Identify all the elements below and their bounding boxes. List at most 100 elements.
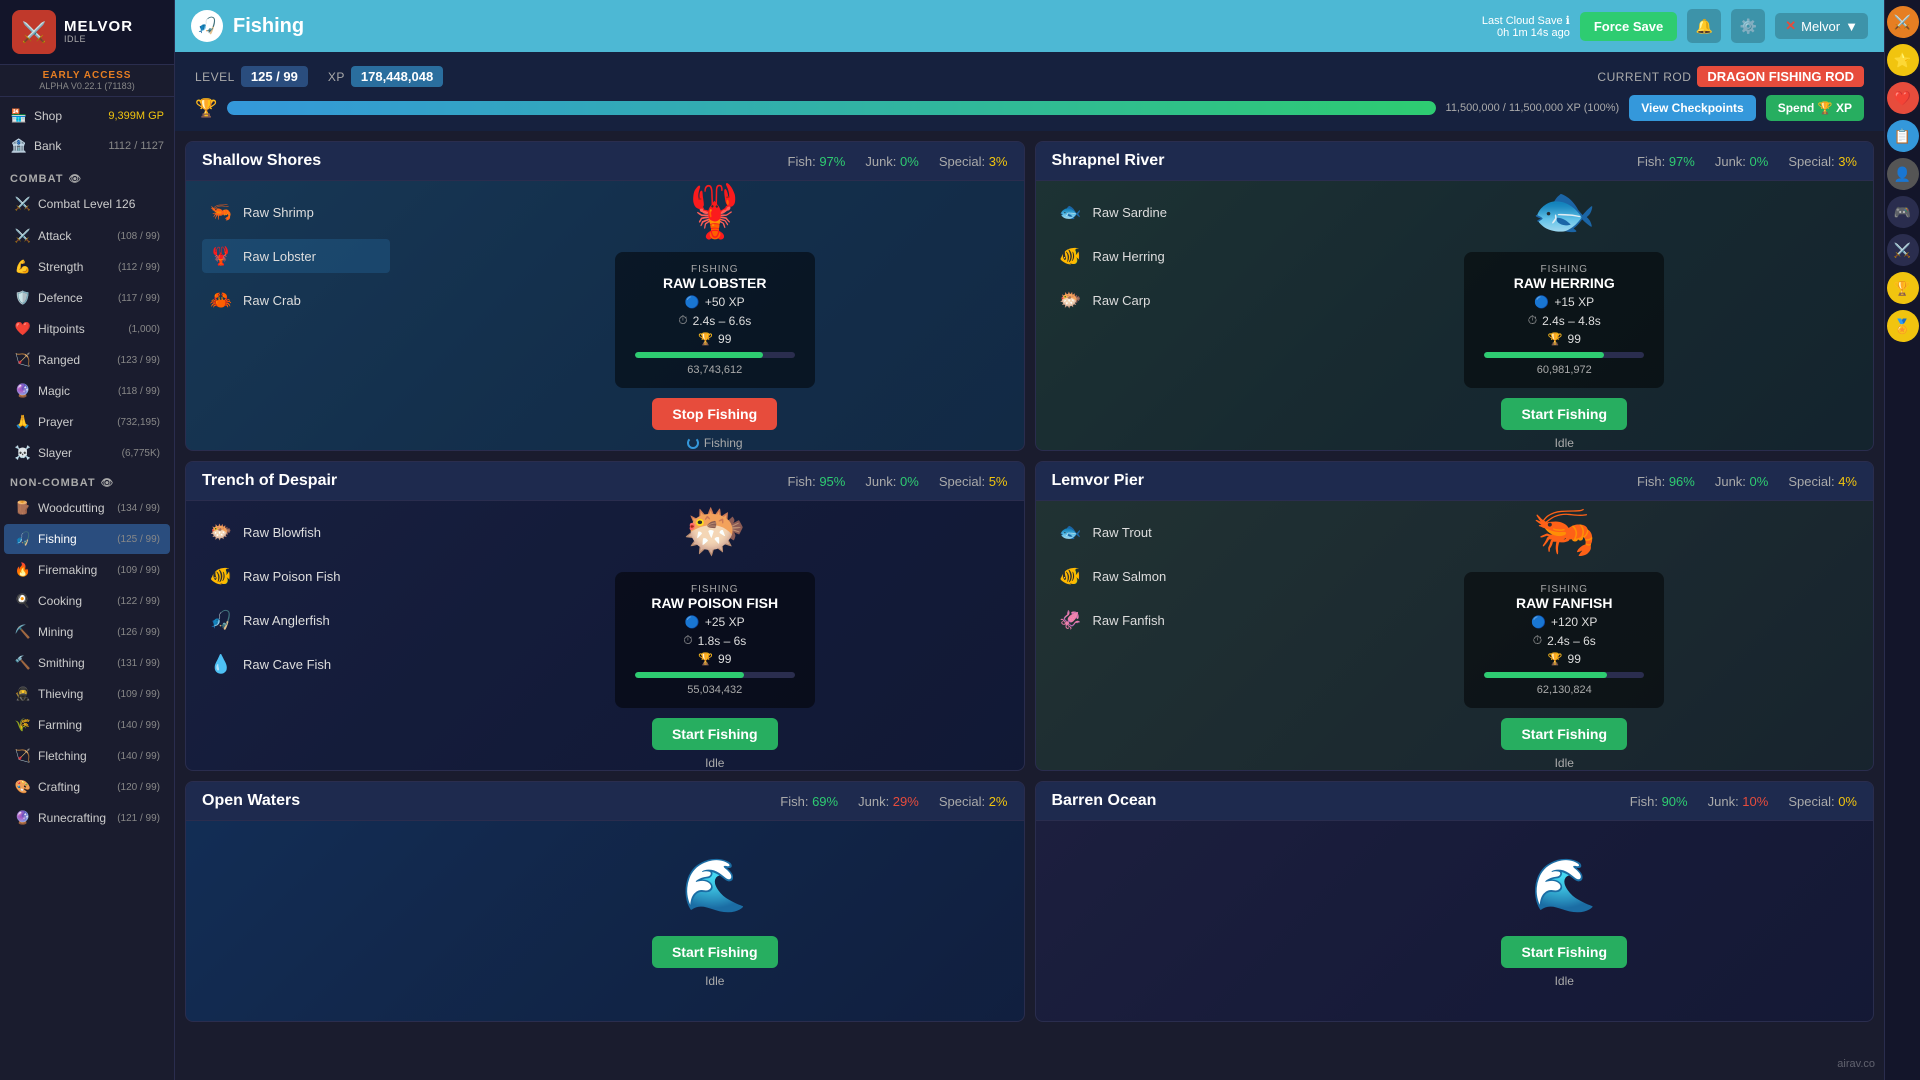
fishing-info-label-trench-of-despair: FISHING: [635, 584, 795, 595]
fish-item-raw-carp[interactable]: 🐡 Raw Carp: [1052, 283, 1240, 317]
sidebar-item-crafting[interactable]: 🎨 Crafting (120 / 99): [4, 772, 170, 802]
fish-item-raw-salmon[interactable]: 🐠 Raw Salmon: [1052, 559, 1240, 593]
shop-label: Shop: [34, 109, 108, 123]
sidebar-item-hitpoints[interactable]: ❤️ Hitpoints (1,000): [4, 314, 170, 344]
xp-value-lemvor-pier: +120 XP: [1551, 615, 1597, 629]
force-save-button[interactable]: Force Save: [1580, 12, 1677, 41]
area-body-lemvor-pier: 🐟 Raw Trout 🐠 Raw Salmon 🦑 Raw Fanfish 🦐…: [1036, 501, 1874, 770]
thieving-label: Thieving: [38, 687, 117, 701]
sidebar-item-strength[interactable]: 💪 Strength (112 / 99): [4, 252, 170, 282]
attack-icon: ⚔️: [14, 227, 32, 245]
fish-item-raw-anglerfish[interactable]: 🎣 Raw Anglerfish: [202, 603, 390, 637]
time-value-lemvor-pier: 2.4s – 6s: [1547, 634, 1596, 648]
fish-item-raw-trout[interactable]: 🐟 Raw Trout: [1052, 515, 1240, 549]
sidebar-item-shop[interactable]: 🏪 Shop 9,399M GP: [0, 101, 174, 131]
rp-game-button[interactable]: 🎮: [1887, 196, 1919, 228]
prayer-icon: 🙏: [14, 413, 32, 431]
user-menu-button[interactable]: ✕ Melvor ▼: [1775, 13, 1868, 39]
sidebar-item-cooking[interactable]: 🍳 Cooking (122 / 99): [4, 586, 170, 616]
fish-item-raw-sardine[interactable]: 🐟 Raw Sardine: [1052, 195, 1240, 229]
progress-bar-shrapnel-river: [1484, 352, 1644, 358]
progress-bar-lemvor-pier: [1484, 672, 1644, 678]
view-checkpoints-button[interactable]: View Checkpoints: [1629, 95, 1755, 121]
magic-icon: 🔮: [14, 382, 32, 400]
combat-eye-icon[interactable]: 👁: [68, 174, 82, 185]
sidebar-item-bank[interactable]: 🏦 Bank 1112 / 1127: [0, 131, 174, 161]
stop-fishing-button-shallow-shores[interactable]: Stop Fishing: [652, 398, 777, 430]
start-fishing-button-shrapnel-river[interactable]: Start Fishing: [1501, 398, 1627, 430]
settings-button[interactable]: ⚙️: [1731, 9, 1765, 43]
progress-bar-inner-shallow-shores: [635, 352, 763, 358]
sidebar-item-slayer[interactable]: ☠️ Slayer (6,775K): [4, 438, 170, 468]
sidebar-item-thieving[interactable]: 🥷 Thieving (109 / 99): [4, 679, 170, 709]
fishing-stats-row: LEVEL 125 / 99 XP 178,448,048 CURRENT RO…: [195, 66, 1864, 87]
sidebar-item-fishing[interactable]: 🎣 Fishing (125 / 99): [4, 524, 170, 554]
level-value: 125 / 99: [241, 66, 308, 87]
fishing-info-label-shrapnel-river: FISHING: [1484, 264, 1644, 275]
area-header-trench-of-despair: Trench of Despair Fish: 95% Junk: 0% Spe…: [186, 462, 1024, 501]
progress-count-shallow-shores: 63,743,612: [635, 364, 795, 376]
right-panel: ⚔️ ⭐ ❤️ 📋 👤 🎮 ⚔️ 🏆 🏅: [1884, 0, 1920, 1080]
fishing-levels: (125 / 99): [117, 534, 160, 545]
rp-combat-button[interactable]: ⚔️: [1887, 6, 1919, 38]
sidebar-item-defence[interactable]: 🛡️ Defence (117 / 99): [4, 283, 170, 313]
fish-item-raw-herring[interactable]: 🐠 Raw Herring: [1052, 239, 1240, 273]
start-fishing-button-open-waters[interactable]: Start Fishing: [652, 936, 778, 968]
runecrafting-levels: (121 / 99): [117, 813, 160, 824]
sidebar-item-firemaking[interactable]: 🔥 Firemaking (109 / 99): [4, 555, 170, 585]
start-fishing-button-lemvor-pier[interactable]: Start Fishing: [1501, 718, 1627, 750]
fish-item-raw-fanfish[interactable]: 🦑 Raw Fanfish: [1052, 603, 1240, 637]
ranged-levels: (123 / 99): [117, 355, 160, 366]
sidebar-item-ranged[interactable]: 🏹 Ranged (123 / 99): [4, 345, 170, 375]
sidebar-item-farming[interactable]: 🌾 Farming (140 / 99): [4, 710, 170, 740]
sidebar-item-prayer[interactable]: 🙏 Prayer (732,195): [4, 407, 170, 437]
fish-item-raw-lobster[interactable]: 🦞 Raw Lobster: [202, 239, 390, 273]
fish-item-raw-cave-fish[interactable]: 💧 Raw Cave Fish: [202, 647, 390, 681]
rp-sword-button[interactable]: ⚔️: [1887, 234, 1919, 266]
early-access-title: EARLY ACCESS: [5, 70, 169, 81]
rp-heart-button[interactable]: ❤️: [1887, 82, 1919, 114]
raw-cave-fish-name: Raw Cave Fish: [243, 657, 331, 672]
rp-book-button[interactable]: 📋: [1887, 120, 1919, 152]
fishing-status-text-shallow-shores: Fishing: [704, 436, 743, 450]
trophy-icon-shrapnel-river: 🏆: [1548, 332, 1563, 346]
fish-item-raw-crab[interactable]: 🦀 Raw Crab: [202, 283, 390, 317]
sidebar-item-attack[interactable]: ⚔️ Attack (108 / 99): [4, 221, 170, 251]
noncombat-section-header: NON-COMBAT 👁: [0, 469, 174, 492]
sidebar-item-fletching[interactable]: 🏹 Fletching (140 / 99): [4, 741, 170, 771]
thieving-levels: (109 / 99): [117, 689, 160, 700]
fish-item-raw-poison-fish[interactable]: 🐠 Raw Poison Fish: [202, 559, 390, 593]
area-name-lemvor-pier: Lemvor Pier: [1052, 472, 1618, 490]
cloud-save-time: 0h 1m 14s ago: [1482, 27, 1570, 39]
start-fishing-button-trench-of-despair[interactable]: Start Fishing: [652, 718, 778, 750]
fishing-info-card-shrapnel-river: FISHING RAW HERRING 🔵 +15 XP ⏱ 2.4s – 4.…: [1464, 252, 1664, 388]
rp-trophy-button[interactable]: 🏆: [1887, 272, 1919, 304]
start-fishing-button-barren-ocean[interactable]: Start Fishing: [1501, 936, 1627, 968]
noncombat-eye-icon[interactable]: 👁: [101, 478, 115, 489]
magic-label: Magic: [38, 384, 118, 398]
notifications-button[interactable]: 🔔: [1687, 9, 1721, 43]
rp-person-button[interactable]: 👤: [1887, 158, 1919, 190]
fish-item-raw-shrimp[interactable]: 🦐 Raw Shrimp: [202, 195, 390, 229]
rp-star-button[interactable]: ⭐: [1887, 44, 1919, 76]
raw-carp-icon: 🐡: [1057, 286, 1085, 314]
sidebar-item-woodcutting[interactable]: 🪵 Woodcutting (134 / 99): [4, 493, 170, 523]
fish-preview-open-waters: 🌊: [682, 855, 747, 916]
spend-xp-button[interactable]: Spend 🏆 XP: [1766, 95, 1864, 121]
fishing-page-icon: 🎣: [191, 10, 223, 42]
fish-item-raw-blowfish[interactable]: 🐡 Raw Blowfish: [202, 515, 390, 549]
raw-poison-fish-name: Raw Poison Fish: [243, 569, 341, 584]
raw-anglerfish-icon: 🎣: [207, 606, 235, 634]
sidebar-item-magic[interactable]: 🔮 Magic (118 / 99): [4, 376, 170, 406]
sidebar-item-mining[interactable]: ⛏️ Mining (126 / 99): [4, 617, 170, 647]
fishing-info-card-shallow-shores: FISHING RAW LOBSTER 🔵 +50 XP ⏱ 2.4s – 6.…: [615, 252, 815, 388]
trophy-row-lemvor-pier: 🏆 99: [1484, 652, 1644, 666]
progress-bar-inner-lemvor-pier: [1484, 672, 1607, 678]
sidebar-item-smithing[interactable]: 🔨 Smithing (131 / 99): [4, 648, 170, 678]
trophy-value-shallow-shores: 99: [718, 332, 731, 346]
rp-medal-button[interactable]: 🏅: [1887, 310, 1919, 342]
fish-pct-shallow-shores: Fish: 97%: [788, 154, 846, 169]
sidebar-item-runecrafting[interactable]: 🔮 Runecrafting (121 / 99): [4, 803, 170, 833]
special-pct-barren-ocean: Special: 0%: [1788, 794, 1857, 809]
time-value-shallow-shores: 2.4s – 6.6s: [693, 314, 752, 328]
